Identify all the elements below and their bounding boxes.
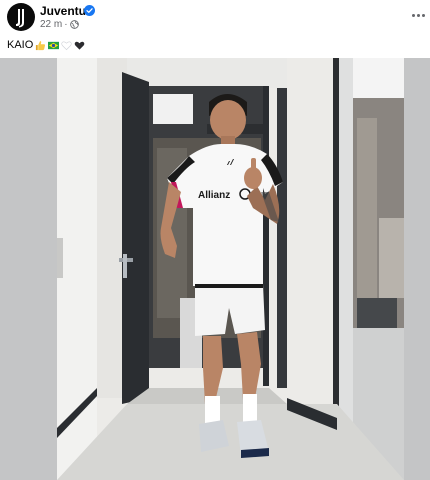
- globe-icon[interactable]: [69, 20, 79, 29]
- caption-text: KAIO: [7, 39, 34, 51]
- dot-icon: [416, 13, 420, 17]
- post-timestamp[interactable]: 22 m: [40, 19, 62, 30]
- white-heart-emoji-icon: [61, 40, 72, 50]
- post-media[interactable]: Allianz: [0, 58, 430, 480]
- juventus-logo-avatar[interactable]: [7, 3, 35, 31]
- verified-badge-icon: [84, 5, 95, 16]
- meta-separator: ·: [64, 19, 68, 30]
- player-photo[interactable]: Allianz: [57, 58, 404, 480]
- black-heart-emoji-icon: [74, 41, 85, 50]
- brazil-flag-emoji-icon: [48, 41, 60, 49]
- post-meta: 22 m ·: [40, 19, 79, 30]
- post-header: Juventus 22 m ·: [0, 0, 430, 34]
- jersey-sponsor-text: Allianz: [198, 190, 230, 201]
- more-options-button[interactable]: [409, 8, 427, 22]
- juventus-logo-icon: [16, 9, 24, 28]
- post-caption: KAIO: [7, 39, 85, 51]
- dot-icon: [411, 13, 415, 17]
- dot-icon: [421, 13, 425, 17]
- thumbs-up-emoji-icon: [36, 40, 46, 50]
